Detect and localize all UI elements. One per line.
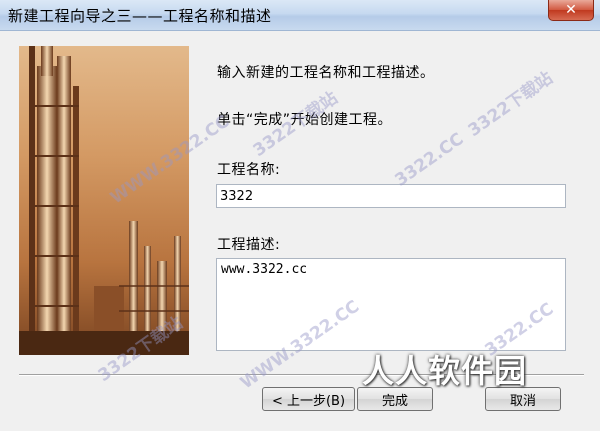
finish-button[interactable]: 完成 — [357, 387, 433, 411]
project-desc-input[interactable]: www.3322.cc — [216, 258, 566, 351]
project-name-label: 工程名称: — [217, 162, 281, 178]
refinery-illustration — [19, 46, 189, 355]
cancel-button[interactable]: 取消 — [485, 387, 561, 411]
close-icon: ✕ — [565, 2, 577, 18]
back-button[interactable]: < 上一步(B) — [262, 387, 355, 411]
intro-line-1: 输入新建的工程名称和工程描述。 — [217, 65, 435, 81]
intro-line-2: 单击“完成”开始创建工程。 — [217, 112, 393, 128]
project-desc-label: 工程描述: — [217, 237, 281, 253]
project-name-input[interactable] — [216, 184, 566, 208]
refinery-banner-image — [19, 46, 189, 355]
window-title: 新建工程向导之三——工程名称和描述 — [8, 7, 272, 25]
wizard-body: 输入新建的工程名称和工程描述。 单击“完成”开始创建工程。 工程名称: 工程描述… — [0, 31, 600, 431]
title-bar: 新建工程向导之三——工程名称和描述 ✕ — [0, 0, 600, 31]
close-button[interactable]: ✕ — [548, 0, 594, 21]
button-separator — [19, 374, 584, 376]
